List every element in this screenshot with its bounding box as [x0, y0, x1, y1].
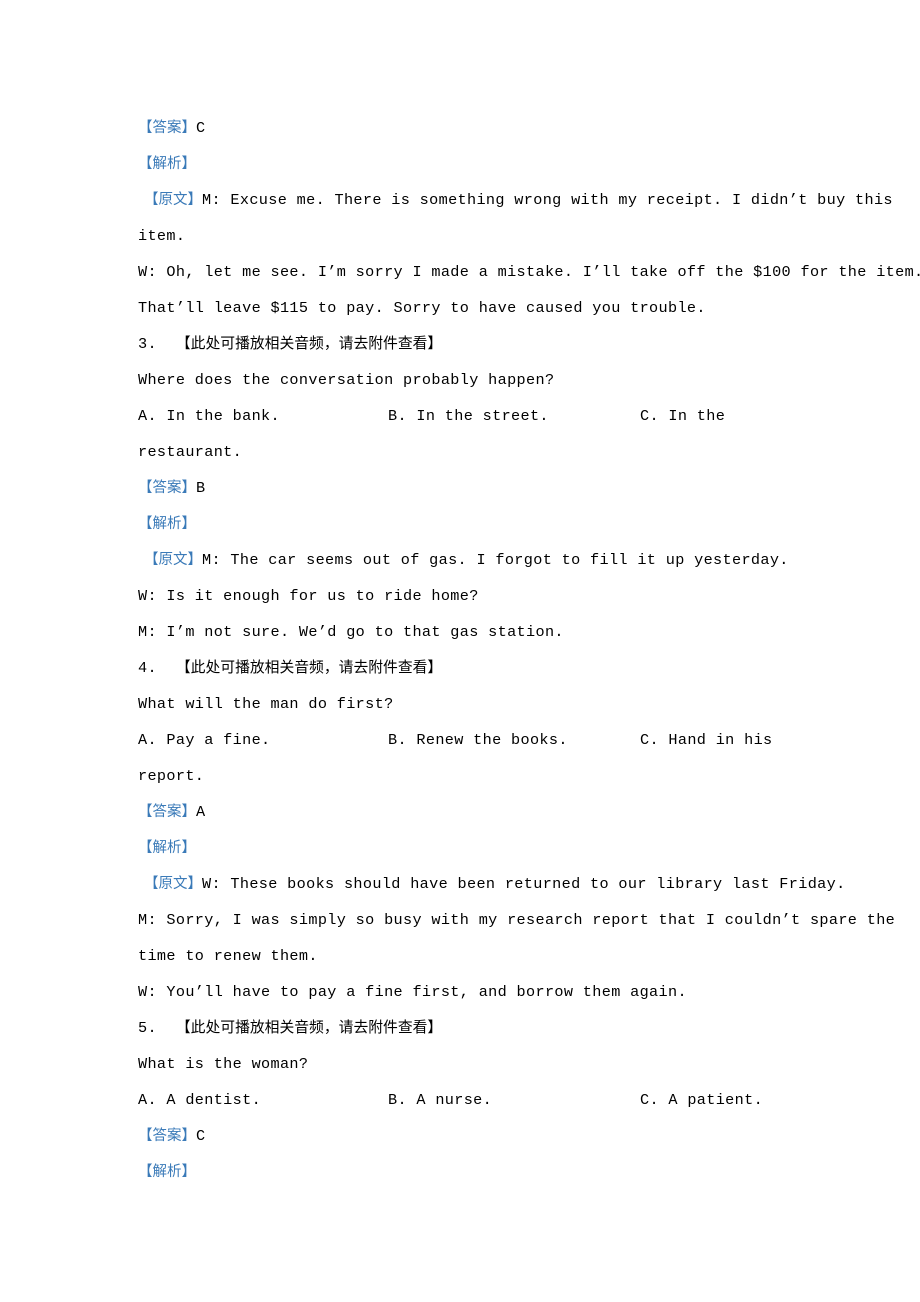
document-content: 【答案】C 【解析】 【原文】M: Excuse me. There is so…	[138, 110, 920, 1190]
transcript-line: 【原文】W: These books should have been retu…	[138, 866, 845, 902]
transcript-line: M: Sorry, I was simply so busy with my r…	[138, 911, 896, 929]
question-number-gap	[157, 659, 176, 677]
transcript-line: 【原文】M: Excuse me. There is something wro…	[138, 182, 893, 218]
answer-label: 【答案】	[138, 120, 196, 136]
question-number: 3.	[138, 335, 157, 353]
question-stem-3: Where does the conversation probably hap…	[138, 371, 555, 389]
option-b[interactable]: B. In the street.	[388, 398, 549, 434]
answer-value: A	[196, 803, 206, 821]
answer-line-q5: 【答案】C	[138, 1118, 802, 1154]
option-row-4: A. Pay a fine. B. Renew the books. C. Ha…	[138, 722, 802, 758]
transcript-line: That’ll leave $115 to pay. Sorry to have…	[138, 299, 706, 317]
question-stem-5: What is the woman?	[138, 1055, 309, 1073]
option-c[interactable]: C. A patient.	[640, 1082, 763, 1118]
transcript-text: M: Excuse me. There is something wrong w…	[202, 191, 893, 209]
answer-line-q3: 【答案】B	[138, 470, 802, 506]
analysis-label: 【解析】	[138, 156, 196, 172]
question-header-3: 3. 【此处可播放相关音频，请去附件查看】	[138, 326, 802, 362]
transcript-line: item.	[138, 227, 186, 245]
answer-value: C	[196, 119, 206, 137]
answer-line-q4: 【答案】A	[138, 794, 802, 830]
answer-line-q2: 【答案】C	[138, 110, 802, 146]
answer-value: C	[196, 1127, 206, 1145]
question-number: 4.	[138, 659, 157, 677]
analysis-line-q2: 【解析】	[138, 146, 802, 182]
transcript-text: W: These books should have been returned…	[202, 875, 846, 893]
audio-note: 【此处可播放相关音频，请去附件查看】	[175, 1019, 443, 1036]
question-header-5: 5. 【此处可播放相关音频，请去附件查看】	[138, 1010, 802, 1046]
option-b[interactable]: B. A nurse.	[388, 1082, 492, 1118]
question-number-gap	[157, 335, 176, 353]
option-overflow-4: report.	[138, 767, 205, 785]
question-header-4: 4. 【此处可播放相关音频，请去附件查看】	[138, 650, 802, 686]
option-a[interactable]: A. Pay a fine.	[138, 722, 271, 758]
question-number-gap	[157, 1019, 176, 1037]
audio-note: 【此处可播放相关音频，请去附件查看】	[175, 335, 443, 352]
transcript-line: M: I’m not sure. We’d go to that gas sta…	[138, 623, 564, 641]
option-b[interactable]: B. Renew the books.	[388, 722, 568, 758]
option-row-3: A. In the bank. B. In the street. C. In …	[138, 398, 802, 434]
analysis-line-q5: 【解析】	[138, 1154, 802, 1190]
audio-note: 【此处可播放相关音频，请去附件查看】	[175, 659, 443, 676]
analysis-line-q3: 【解析】	[138, 506, 802, 542]
option-a[interactable]: A. A dentist.	[138, 1082, 261, 1118]
transcript-line: time to renew them.	[138, 947, 318, 965]
option-c[interactable]: C. Hand in his	[640, 722, 773, 758]
transcript-line: 【原文】M: The car seems out of gas. I forgo…	[138, 542, 802, 578]
analysis-line-q4: 【解析】	[138, 830, 802, 866]
transcript-label: 【原文】	[144, 192, 202, 208]
question-number: 5.	[138, 1019, 157, 1037]
answer-value: B	[196, 479, 206, 497]
option-row-5: A. A dentist. B. A nurse. C. A patient.	[138, 1082, 802, 1118]
question-stem-4: What will the man do first?	[138, 695, 394, 713]
transcript-line: W: Oh, let me see. I’m sorry I made a mi…	[138, 263, 920, 281]
transcript-line: W: You’ll have to pay a fine first, and …	[138, 983, 687, 1001]
transcript-text: M: The car seems out of gas. I forgot to…	[202, 551, 789, 569]
transcript-line: W: Is it enough for us to ride home?	[138, 587, 479, 605]
option-a[interactable]: A. In the bank.	[138, 398, 280, 434]
document-page: 【答案】C 【解析】 【原文】M: Excuse me. There is so…	[0, 0, 920, 1302]
option-c[interactable]: C. In the	[640, 398, 725, 434]
option-overflow-3: restaurant.	[138, 443, 243, 461]
